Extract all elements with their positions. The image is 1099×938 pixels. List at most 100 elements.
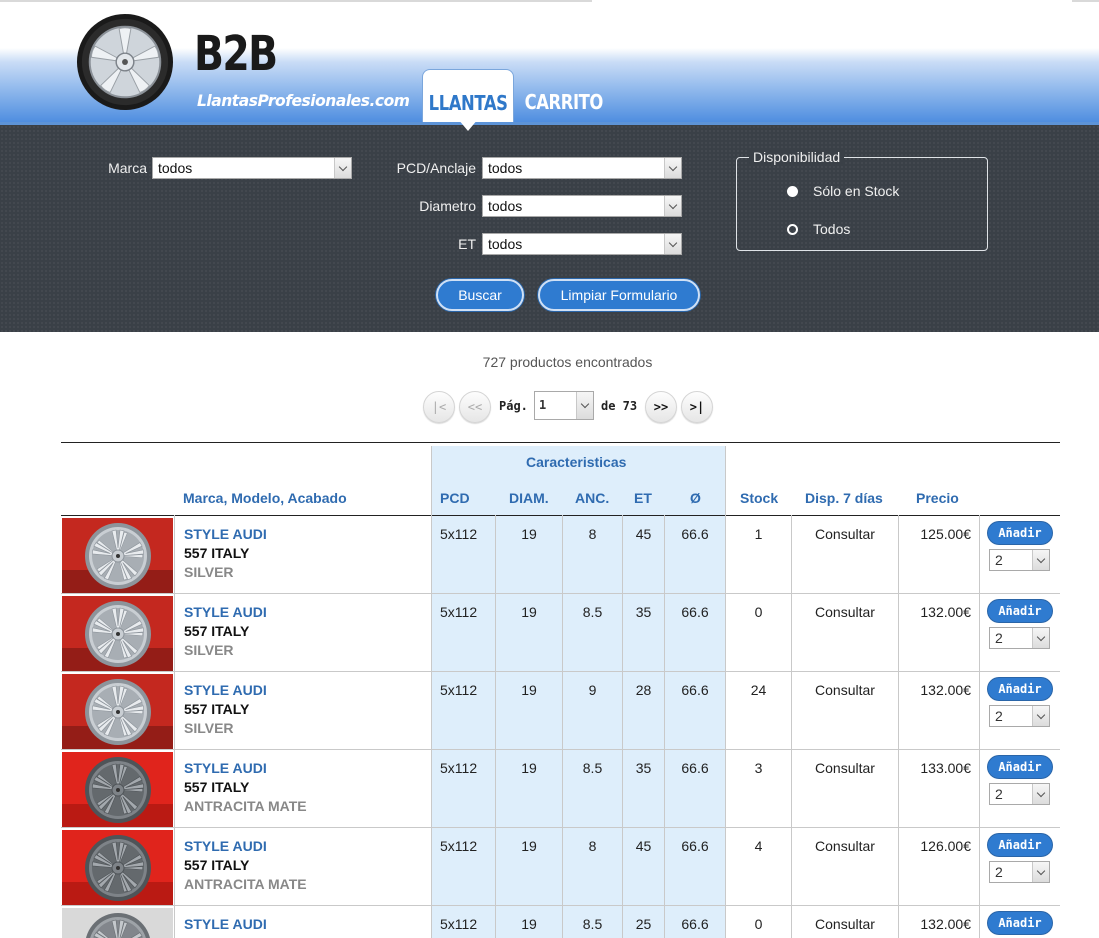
chevron-down-icon (1032, 706, 1049, 726)
diametro-select[interactable]: todos (482, 195, 682, 217)
chevron-down-icon (1032, 784, 1049, 804)
product-model: 557 ITALY (184, 701, 250, 717)
cell-diam: 19 (521, 838, 537, 854)
next-page-button[interactable]: >> (645, 391, 677, 423)
pcd-select[interactable]: todos (482, 157, 682, 179)
cell-stock: 3 (754, 760, 763, 776)
row-divider (61, 905, 1060, 906)
product-finish: ANTRACITA MATE (184, 876, 307, 892)
row-divider (61, 593, 1060, 594)
column-divider (431, 446, 432, 938)
cell-et: 45 (635, 526, 652, 542)
product-brand-link[interactable]: STYLE AUDI (184, 682, 267, 698)
brand-logo-text: B2B (194, 26, 278, 82)
cell-stock: 24 (750, 682, 767, 698)
radio-unchecked-icon (787, 223, 798, 235)
add-to-cart-button[interactable]: Añadir (988, 834, 1052, 856)
product-thumbnail[interactable] (62, 518, 173, 593)
chevron-down-icon (1032, 862, 1049, 882)
pcd-label: PCD/Anclaje (396, 160, 476, 176)
product-brand-link[interactable]: STYLE AUDI (184, 838, 267, 854)
cell-diam: 19 (521, 526, 537, 542)
marca-select[interactable]: todos (152, 157, 352, 179)
cell-pcd: 5x112 (440, 760, 478, 776)
quantity-select[interactable]: 2 (989, 627, 1050, 649)
cell-price: 132.00€ (920, 916, 971, 932)
add-to-cart-button[interactable]: Añadir (988, 678, 1052, 700)
cell-diam: 19 (521, 760, 537, 776)
add-to-cart-button[interactable]: Añadir (988, 600, 1052, 622)
add-to-cart-button[interactable]: Añadir (988, 912, 1052, 934)
site-header: B2B LlantasProfesionales.com LLANTAS CAR… (0, 0, 1099, 125)
cell-disp: Consultar (815, 604, 875, 620)
cell-cb: 66.6 (681, 838, 709, 854)
availability-legend: Disponibilidad (749, 149, 845, 165)
product-thumbnail[interactable] (62, 908, 173, 938)
cell-disp: Consultar (815, 838, 875, 854)
first-page-button[interactable]: |< (423, 391, 455, 423)
radio-solo-stock[interactable]: Sólo en Stock (787, 183, 899, 199)
diam-header: DIAM. (509, 490, 549, 506)
tab-carrito[interactable]: CARRITO (522, 69, 606, 125)
cell-price: 126.00€ (920, 838, 971, 854)
product-brand-link[interactable]: STYLE AUDI (184, 604, 267, 620)
tab-llantas[interactable]: LLANTAS (422, 69, 514, 125)
last-page-button[interactable]: >| (681, 391, 713, 423)
cell-disp: Consultar (815, 526, 875, 542)
product-finish: SILVER (184, 564, 234, 580)
column-divider (898, 515, 899, 938)
add-to-cart-button[interactable]: Añadir (988, 756, 1052, 778)
add-to-cart-button[interactable]: Añadir (988, 522, 1052, 544)
chevron-down-icon (1032, 550, 1049, 570)
chevron-down-icon (576, 392, 593, 419)
cell-pcd: 5x112 (440, 838, 478, 854)
clear-form-button[interactable]: Limpiar Formulario (538, 279, 700, 311)
radio-checked-icon (787, 185, 798, 197)
product-thumbnail[interactable] (62, 830, 173, 905)
row-divider (61, 827, 1060, 828)
cell-pcd: 5x112 (440, 682, 478, 698)
anc-header: ANC. (575, 490, 610, 506)
cell-anc: 8.5 (582, 604, 603, 620)
product-thumbnail[interactable] (62, 752, 173, 827)
cell-stock: 0 (754, 916, 763, 932)
column-divider (562, 515, 563, 938)
product-thumbnail[interactable] (62, 596, 173, 671)
cell-anc: 8 (588, 526, 597, 542)
table-top-border (61, 442, 1060, 443)
product-brand-link[interactable]: STYLE AUDI (184, 916, 267, 932)
cell-stock: 1 (754, 526, 763, 542)
product-brand-link[interactable]: STYLE AUDI (184, 526, 267, 542)
et-header: ET (634, 490, 652, 506)
cell-et: 35 (635, 604, 652, 620)
row-divider (61, 671, 1060, 672)
product-thumbnail[interactable] (62, 674, 173, 749)
cell-cb: 66.6 (681, 916, 709, 932)
et-select[interactable]: todos (482, 233, 682, 255)
cell-cb: 66.6 (681, 682, 709, 698)
prev-page-button[interactable]: << (459, 391, 491, 423)
cell-cb: 66.6 (681, 760, 709, 776)
cell-anc: 9 (588, 682, 597, 698)
cell-anc: 8.5 (582, 760, 603, 776)
cell-cb: 66.6 (681, 604, 709, 620)
column-divider (664, 515, 665, 938)
cell-disp: Consultar (815, 916, 875, 932)
quantity-select[interactable]: 2 (989, 549, 1050, 571)
chevron-down-icon (334, 158, 351, 178)
chevron-down-icon (664, 158, 681, 178)
radio-todos[interactable]: Todos (787, 221, 850, 237)
page-select[interactable]: 1 (534, 391, 594, 420)
cell-price: 132.00€ (920, 604, 971, 620)
quantity-select[interactable]: 2 (989, 861, 1050, 883)
marca-label: Marca (108, 160, 147, 176)
quantity-select[interactable]: 2 (989, 783, 1050, 805)
product-brand-link[interactable]: STYLE AUDI (184, 760, 267, 776)
quantity-select[interactable]: 2 (989, 705, 1050, 727)
product-finish: ANTRACITA MATE (184, 798, 307, 814)
page-total-label: de 73 (601, 399, 638, 413)
stock-header: Stock (740, 490, 779, 506)
product-finish: SILVER (184, 642, 234, 658)
search-button[interactable]: Buscar (436, 279, 524, 311)
column-divider (791, 515, 792, 938)
